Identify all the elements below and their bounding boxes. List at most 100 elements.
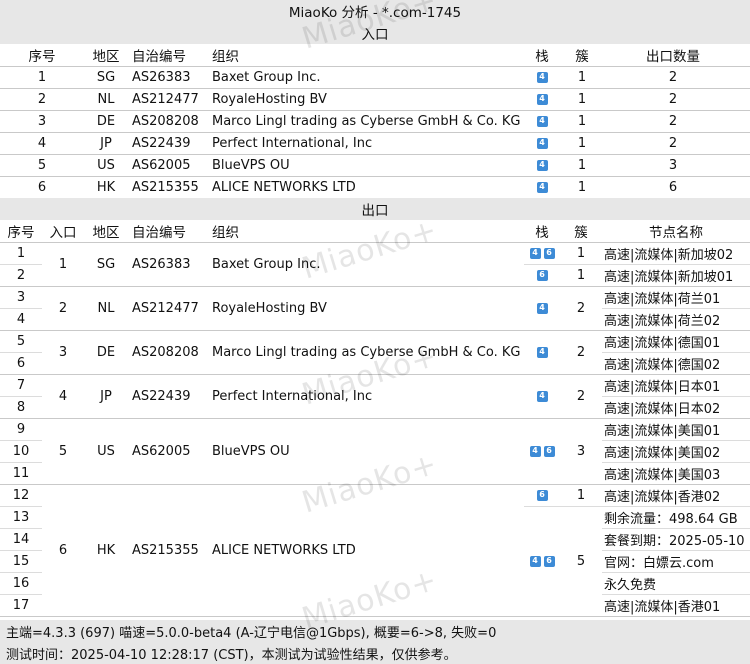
outbound-title-text: 出口 (361, 203, 389, 219)
inbound-region-cell: JP (100, 135, 112, 151)
outbound-header-no: 序号 (7, 225, 35, 241)
outbound-no-cell: 16 (12, 575, 30, 591)
inbound-stack-cell: 4 (528, 176, 556, 198)
outbound-no-cell: 6 (16, 355, 26, 371)
outbound-stack-cell: 46 (524, 242, 560, 264)
inbound-no-cell: 2 (37, 91, 47, 107)
outbound-org-cell: Baxet Group Inc. (212, 256, 321, 272)
outbound-no-cell: 2 (16, 267, 26, 283)
inbound-cluster-cell: 1 (577, 69, 587, 85)
outbound-no-cell: 4 (16, 311, 26, 327)
outbound-no-cell: 7 (16, 377, 26, 393)
outbound-header-node: 节点名称 (649, 225, 703, 241)
ipv4-badge-icon: 4 (529, 247, 541, 259)
row-divider (0, 264, 42, 265)
outbound-node-name-cell: 高速|流媒体|香港02 (604, 489, 721, 505)
outbound-entry-cell: 4 (58, 388, 68, 404)
outbound-node-name-cell: 高速|流媒体|香港01 (604, 599, 721, 615)
outbound-cluster-cell: 1 (576, 267, 586, 283)
outbound-region-cell: HK (96, 542, 116, 558)
row-divider (0, 396, 42, 397)
outbound-header-stack: 栈 (535, 225, 549, 241)
outbound-cluster-cell: 2 (576, 344, 586, 360)
row-divider (602, 462, 750, 463)
outbound-asn-cell: AS212477 (132, 300, 199, 316)
outbound-org-cell: Marco Lingl trading as Cyberse GmbH & Co… (212, 344, 521, 360)
inbound-section-title: 入口 (0, 22, 750, 44)
outbound-stack-cell: 4 (524, 286, 560, 330)
inbound-region-cell: DE (96, 113, 116, 129)
outbound-stack-cell: 6 (524, 264, 560, 286)
inbound-stack-cell: 4 (528, 110, 556, 132)
inbound-count-cell: 3 (668, 157, 678, 173)
outbound-header-cluster: 簇 (574, 225, 588, 241)
inbound-asn-cell: AS62005 (132, 157, 191, 173)
outbound-header-org: 组织 (212, 225, 239, 241)
outbound-node-name-cell: 官网：白嫖云.com (604, 555, 714, 571)
footer-summary: 主端=4.3.3 (697) 喵速=5.0.0-beta4 (A-辽宁电信@1G… (0, 620, 750, 642)
outbound-node-name-cell: 高速|流媒体|日本02 (604, 401, 721, 417)
outbound-no-cell: 13 (12, 509, 30, 525)
inbound-cluster-cell: 1 (577, 135, 587, 151)
inbound-org-cell: RoyaleHosting BV (212, 91, 327, 107)
row-divider (602, 594, 750, 595)
outbound-cluster-cell: 2 (576, 388, 586, 404)
inbound-region-cell: HK (96, 179, 116, 195)
outbound-node-name-cell: 高速|流媒体|新加坡02 (604, 247, 734, 263)
footer-line-2: 测试时间：2025-04-10 12:28:17 (CST)，本测试为试验性结果… (6, 647, 457, 663)
inbound-count-cell: 2 (668, 69, 678, 85)
inbound-asn-cell: AS215355 (132, 179, 199, 195)
ipv4-badge-icon: 4 (536, 159, 548, 171)
outbound-region-cell: NL (97, 300, 115, 316)
row-divider (524, 264, 602, 265)
outbound-region-cell: DE (96, 344, 116, 360)
outbound-region-cell: US (97, 443, 115, 459)
inbound-org-cell: ALICE NETWORKS LTD (212, 179, 356, 195)
row-divider (0, 572, 42, 573)
inbound-org-cell: Baxet Group Inc. (212, 69, 321, 85)
row-divider (602, 352, 750, 353)
ipv4-badge-icon: 4 (536, 390, 548, 402)
outbound-no-cell: 8 (16, 399, 26, 415)
inbound-no-cell: 3 (37, 113, 47, 129)
outbound-no-cell: 17 (12, 597, 30, 613)
outbound-org-cell: ALICE NETWORKS LTD (212, 542, 356, 558)
inbound-org-cell: Marco Lingl trading as Cyberse GmbH & Co… (212, 113, 521, 129)
row-divider (0, 528, 42, 529)
ipv6-badge-icon: 6 (543, 555, 555, 567)
ipv6-badge-icon: 6 (536, 489, 548, 501)
outbound-node-name-cell: 高速|流媒体|德国02 (604, 357, 721, 373)
inbound-region-cell: US (97, 157, 115, 173)
outbound-entry-cell: 1 (58, 256, 68, 272)
outbound-node-name-cell: 永久免费 (604, 577, 657, 593)
inbound-no-cell: 1 (37, 69, 47, 85)
outbound-cluster-cell: 5 (576, 553, 586, 569)
row-divider (0, 440, 42, 441)
ipv4-badge-icon: 4 (536, 137, 548, 149)
outbound-header-region: 地区 (92, 225, 120, 241)
footer-test-time: 测试时间：2025-04-10 12:28:17 (CST)，本测试为试验性结果… (0, 642, 750, 664)
row-divider (0, 506, 42, 507)
outbound-asn-cell: AS22439 (132, 388, 191, 404)
row-divider (524, 506, 602, 507)
row-divider (0, 308, 42, 309)
ipv4-badge-icon: 4 (536, 93, 548, 105)
ipv6-badge-icon: 6 (543, 445, 555, 457)
footer-line-1: 主端=4.3.3 (697) 喵速=5.0.0-beta4 (A-辽宁电信@1G… (6, 625, 497, 641)
outbound-header-entry: 入口 (49, 225, 77, 241)
outbound-node-name-cell: 高速|流媒体|荷兰01 (604, 291, 721, 307)
inbound-no-cell: 4 (37, 135, 47, 151)
outbound-no-cell: 14 (12, 531, 30, 547)
row-divider (602, 396, 750, 397)
ipv6-badge-icon: 6 (536, 269, 548, 281)
outbound-org-cell: BlueVPS OU (212, 443, 290, 459)
inbound-header-cluster: 簇 (575, 49, 589, 65)
inbound-region-cell: SG (96, 69, 116, 85)
inbound-asn-cell: AS212477 (132, 91, 199, 107)
ipv4-badge-icon: 4 (536, 71, 548, 83)
inbound-count-cell: 2 (668, 135, 678, 151)
outbound-no-cell: 9 (16, 421, 26, 437)
row-divider (602, 506, 750, 507)
outbound-node-name-cell: 高速|流媒体|日本01 (604, 379, 721, 395)
outbound-asn-cell: AS215355 (132, 542, 199, 558)
